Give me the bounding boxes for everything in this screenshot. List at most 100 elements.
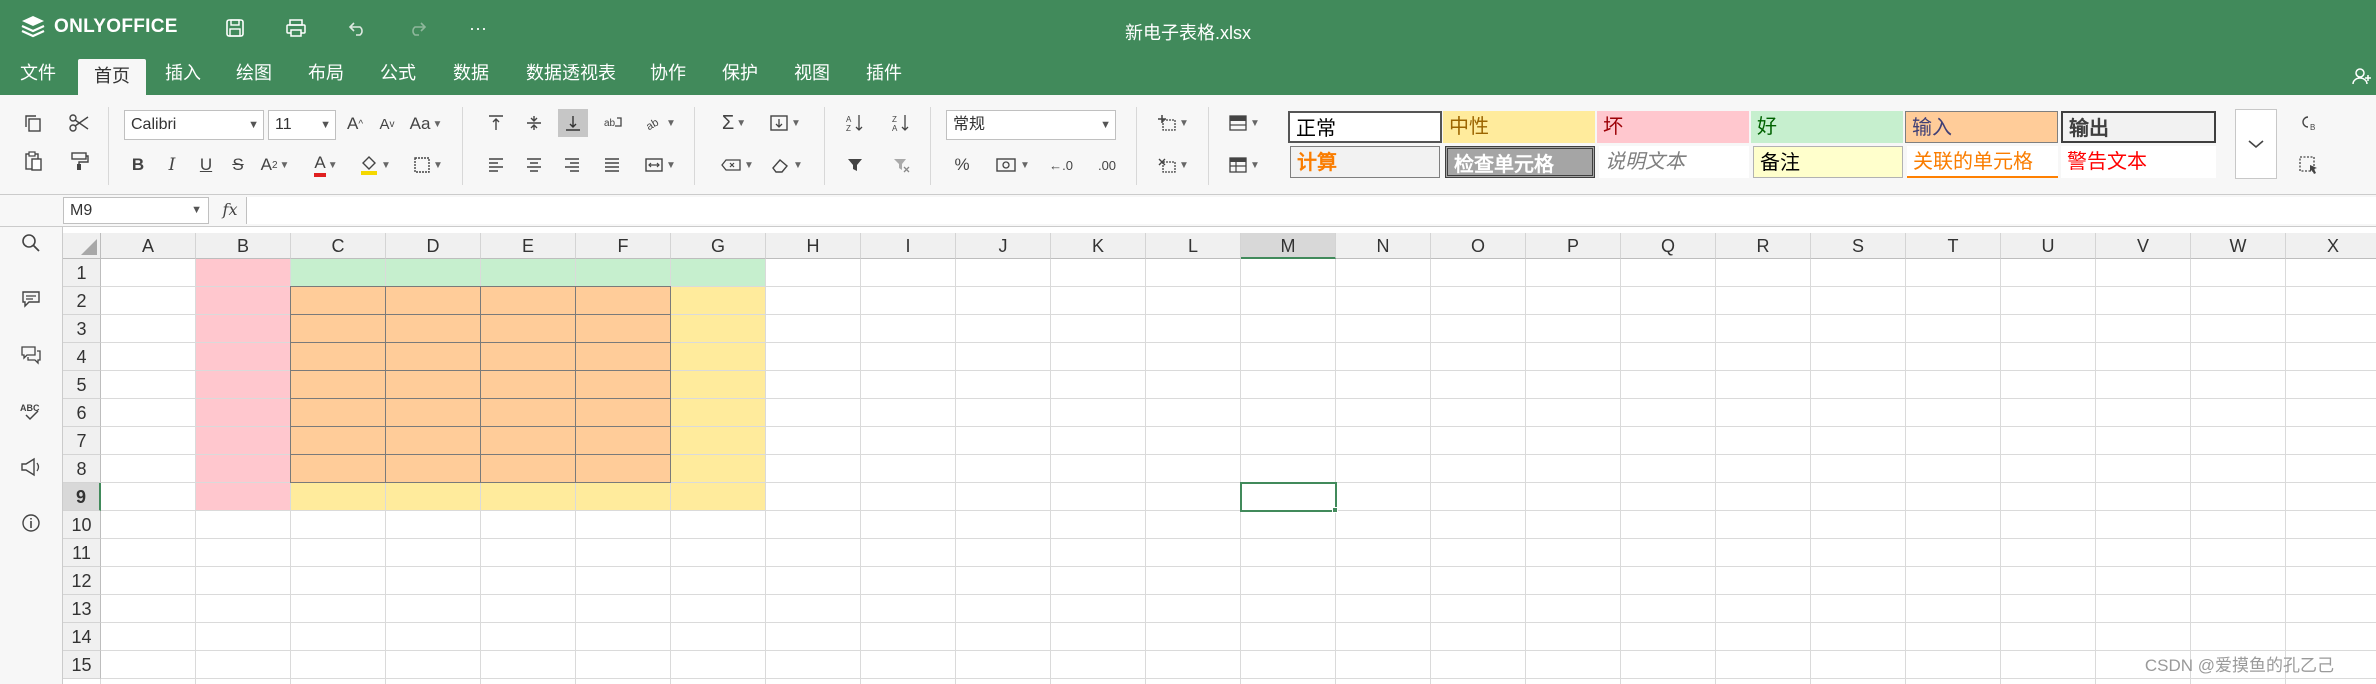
percent-button[interactable]: % [948, 151, 976, 179]
row-header-11[interactable]: 11 [63, 539, 101, 567]
justify-icon[interactable] [598, 151, 626, 179]
bordered-cell[interactable] [385, 426, 481, 455]
bordered-cell[interactable] [575, 454, 671, 483]
bordered-cell[interactable] [290, 342, 386, 371]
column-header-b[interactable]: B [196, 233, 291, 259]
bordered-cell[interactable] [385, 454, 481, 483]
align-bottom-icon[interactable] [558, 109, 588, 137]
column-header-r[interactable]: R [1716, 233, 1811, 259]
spreadsheet-grid[interactable]: A B C D E F G H I J K L M N O P Q R S T U V W X 1 2 3 4 5 6 7 8 9 10 11 12 1… [63, 233, 2376, 684]
bordered-cell[interactable] [385, 398, 481, 427]
italic-button[interactable]: I [160, 151, 184, 179]
bordered-cell[interactable] [290, 370, 386, 399]
cell-style-check-cell[interactable]: 检查单元格 [1445, 146, 1595, 178]
change-case-button[interactable]: Aa ▼ [406, 110, 446, 138]
column-header-a[interactable]: A [101, 233, 196, 259]
spellcheck-icon[interactable]: ABC [19, 399, 43, 423]
column-header-q[interactable]: Q [1621, 233, 1716, 259]
tab-insert[interactable]: 插入 [149, 56, 217, 95]
bordered-cell[interactable] [290, 426, 386, 455]
sort-ascending-icon[interactable]: AZ [840, 109, 870, 137]
cell-style-linked-cell[interactable]: 关联的单元格 [1907, 146, 2058, 178]
bordered-cell[interactable] [575, 286, 671, 315]
column-header-m[interactable]: M [1241, 233, 1336, 259]
clear-filter-icon[interactable] [886, 151, 916, 179]
borders-button[interactable]: ▼ [408, 151, 448, 179]
row-header-8[interactable]: 8 [63, 455, 101, 483]
named-ranges-icon[interactable]: B [2294, 109, 2324, 137]
format-as-table-button[interactable]: ▼ [1222, 151, 1266, 179]
tab-protection[interactable]: 保护 [706, 56, 774, 95]
bordered-cell[interactable] [480, 398, 576, 427]
tab-formula[interactable]: 公式 [364, 56, 432, 95]
bordered-cell[interactable] [575, 342, 671, 371]
bordered-cell[interactable] [480, 426, 576, 455]
align-middle-icon[interactable] [520, 109, 548, 137]
formula-input[interactable] [246, 197, 2376, 224]
bordered-cell[interactable] [290, 398, 386, 427]
row-header-1[interactable]: 1 [63, 259, 101, 287]
column-header-u[interactable]: U [2001, 233, 2096, 259]
column-header-f[interactable]: F [576, 233, 671, 259]
tab-file[interactable]: 文件 [4, 56, 72, 95]
tab-collaboration[interactable]: 协作 [634, 56, 702, 95]
align-left-icon[interactable] [482, 151, 510, 179]
align-top-icon[interactable] [482, 109, 510, 137]
tab-home[interactable]: 首页 [78, 59, 146, 95]
align-center-icon[interactable] [520, 151, 548, 179]
chat-icon[interactable] [19, 343, 43, 367]
strikethrough-button[interactable]: S [226, 151, 250, 179]
filter-icon[interactable] [840, 151, 870, 179]
font-name-select[interactable]: Calibri ▼ [124, 110, 264, 140]
feedback-icon[interactable] [19, 455, 43, 479]
tab-layout[interactable]: 布局 [292, 56, 360, 95]
wrap-text-icon[interactable]: ab [598, 109, 628, 137]
column-header-d[interactable]: D [386, 233, 481, 259]
column-header-k[interactable]: K [1051, 233, 1146, 259]
tab-draw[interactable]: 绘图 [220, 56, 288, 95]
cell-style-neutral[interactable]: 中性 [1443, 111, 1595, 143]
bordered-cell[interactable] [480, 314, 576, 343]
about-icon[interactable] [19, 511, 43, 535]
insert-function-button[interactable]: ▼ [714, 151, 760, 179]
cell-style-bad[interactable]: 坏 [1597, 111, 1749, 143]
text-orientation-button[interactable]: ab ▼ [640, 109, 680, 137]
number-format-select[interactable]: 常规 ▼ [946, 110, 1116, 140]
insert-function-fx-button[interactable]: fx [216, 197, 244, 224]
bordered-cell[interactable] [575, 370, 671, 399]
cell-style-normal[interactable]: 正常 [1288, 111, 1442, 143]
row-header-2[interactable]: 2 [63, 287, 101, 315]
tab-pivot-table[interactable]: 数据透视表 [510, 56, 632, 95]
cell-style-output[interactable]: 输出 [2061, 111, 2216, 143]
bordered-cell[interactable] [290, 314, 386, 343]
styles-expand-button[interactable] [2235, 109, 2277, 179]
column-header-g[interactable]: G [671, 233, 766, 259]
column-header-c[interactable]: C [291, 233, 386, 259]
subscript-button[interactable]: A 2 ▼ [258, 151, 292, 179]
cell-style-calculation[interactable]: 计算 [1290, 146, 1440, 178]
cell-style-explanatory-text[interactable]: 说明文本 [1599, 146, 1749, 178]
tab-data[interactable]: 数据 [437, 56, 505, 95]
autosum-button[interactable]: Σ ▼ [714, 109, 754, 137]
underline-button[interactable]: U [194, 151, 218, 179]
row-header-7[interactable]: 7 [63, 427, 101, 455]
search-icon[interactable] [19, 231, 43, 255]
row-header-10[interactable]: 10 [63, 511, 101, 539]
fill-button[interactable]: ▼ [762, 109, 808, 137]
decrease-decimal-button[interactable]: ← .0 [1044, 151, 1078, 179]
row-header-12[interactable]: 12 [63, 567, 101, 595]
select-all-icon[interactable] [2294, 151, 2324, 179]
cell-style-good[interactable]: 好 [1751, 111, 1903, 143]
column-header-l[interactable]: L [1146, 233, 1241, 259]
font-color-button[interactable]: A ▼ [306, 151, 346, 179]
row-header-14[interactable]: 14 [63, 623, 101, 651]
font-size-select[interactable]: 11 ▼ [268, 110, 336, 140]
clear-button[interactable]: ▼ [764, 151, 810, 179]
row-header-3[interactable]: 3 [63, 315, 101, 343]
accounting-format-button[interactable]: ▼ [990, 151, 1036, 179]
fill-handle[interactable] [1332, 507, 1338, 513]
bold-button[interactable]: B [126, 151, 150, 179]
bordered-cell[interactable] [290, 454, 386, 483]
column-header-p[interactable]: P [1526, 233, 1621, 259]
increase-font-button[interactable]: A ^ [342, 110, 368, 138]
